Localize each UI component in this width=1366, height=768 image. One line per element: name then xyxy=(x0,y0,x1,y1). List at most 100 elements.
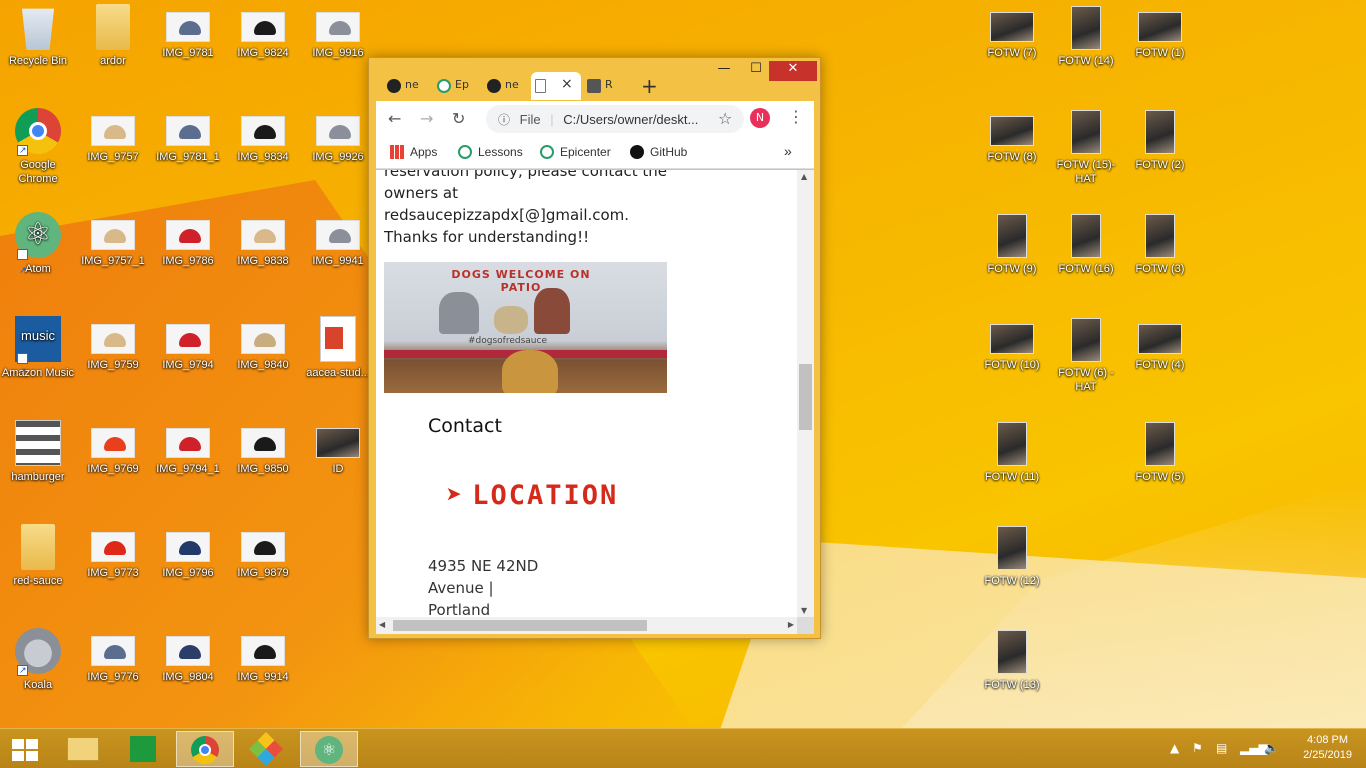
desktop-icon[interactable]: IMG_9757_1 xyxy=(75,212,151,268)
desktop-icon[interactable]: FOTW (12) xyxy=(974,524,1050,588)
desktop-icon[interactable]: IMG_9926 xyxy=(300,108,376,164)
network-adapter-icon[interactable]: ▤ xyxy=(1216,741,1227,755)
desktop-icon[interactable]: IMG_9804 xyxy=(150,628,226,684)
desktop-icon[interactable]: Google Chrome xyxy=(0,108,76,186)
desktop-icon[interactable]: IMG_9757 xyxy=(75,108,151,164)
bookmark-label: GitHub xyxy=(650,145,688,159)
bookmark-lessons[interactable]: Lessons xyxy=(458,145,523,159)
reload-button[interactable]: ↻ xyxy=(452,109,465,128)
flag-icon[interactable]: ⚑ xyxy=(1192,741,1203,755)
chrome-window[interactable]: ne Ep ne × R + — ☐ ✕ ← → ↻ ⓘ File | C:/U… xyxy=(368,57,821,639)
desktop-icon[interactable]: hamburger xyxy=(0,420,76,484)
desktop-icon[interactable]: ardor xyxy=(75,4,151,68)
desktop-icon[interactable]: IMG_9834 xyxy=(225,108,301,164)
desktop-icon[interactable]: FOTW (3) xyxy=(1122,212,1198,276)
close-tab-icon[interactable]: × xyxy=(561,76,573,92)
desktop-icon[interactable]: IMG_9776 xyxy=(75,628,151,684)
desktop-icon[interactable]: aacea-stud... xyxy=(300,316,376,380)
taskbar-chrome[interactable] xyxy=(176,731,234,767)
desktop-icon-label: ID xyxy=(332,463,344,475)
desktop-icon[interactable]: IMG_9794 xyxy=(150,316,226,372)
desktop-icon[interactable]: IMG_9773 xyxy=(75,524,151,580)
desktop-icon[interactable]: FOTW (7) xyxy=(974,4,1050,60)
show-hidden-icons[interactable]: ▲ xyxy=(1170,741,1179,755)
taskbar-atom[interactable]: ⚛ xyxy=(300,731,358,767)
page-viewport[interactable]: reservation policy, please contact the o… xyxy=(376,170,797,617)
desktop-icon[interactable]: ID xyxy=(300,420,376,476)
bookmark-apps[interactable]: Apps xyxy=(390,145,437,159)
profile-avatar[interactable]: N xyxy=(750,108,770,128)
vertical-scrollbar[interactable]: ▲ ▼ xyxy=(797,170,814,617)
back-button[interactable]: ← xyxy=(388,109,401,128)
image-icon xyxy=(166,532,210,562)
desktop-icon[interactable]: FOTW (5) xyxy=(1122,420,1198,484)
minimize-button[interactable]: — xyxy=(709,61,739,81)
scroll-left-arrow[interactable]: ◀ xyxy=(379,620,385,629)
bookmark-epicenter[interactable]: Epicenter xyxy=(540,145,611,159)
scroll-up-arrow[interactable]: ▲ xyxy=(801,172,807,181)
desktop-icon[interactable]: FOTW (2) xyxy=(1122,108,1198,172)
tab-github-2[interactable]: ne xyxy=(483,72,533,100)
desktop-icon[interactable]: IMG_9796 xyxy=(150,524,226,580)
desktop-icon[interactable]: musicAmazon Music xyxy=(0,316,76,391)
menu-icon[interactable]: ⋮ xyxy=(788,107,804,126)
maximize-button[interactable]: ☐ xyxy=(741,61,771,81)
image-icon xyxy=(1071,6,1101,50)
desktop-icon[interactable]: IMG_9781 xyxy=(150,4,226,60)
bookmark-github[interactable]: GitHub xyxy=(630,145,687,159)
desktop-icon[interactable]: IMG_9840 xyxy=(225,316,301,372)
desktop-icon[interactable]: IMG_9824 xyxy=(225,4,301,60)
taskbar-store[interactable] xyxy=(114,731,172,767)
clock[interactable]: 4:08 PM 2/25/2019 xyxy=(1303,733,1352,763)
desktop-icon[interactable]: FOTW (1) xyxy=(1122,4,1198,60)
start-button[interactable] xyxy=(0,731,50,767)
bookmarks-overflow-button[interactable]: » xyxy=(784,143,792,159)
desktop-icon[interactable]: IMG_9941 xyxy=(300,212,376,268)
desktop-icon[interactable]: Recycle Bin xyxy=(0,4,76,68)
amazon-music-icon: music xyxy=(15,316,61,391)
desktop-icon[interactable]: red-sauce xyxy=(0,524,76,588)
scroll-down-arrow[interactable]: ▼ xyxy=(801,606,807,615)
taskbar-gitkraken[interactable] xyxy=(238,731,296,767)
desktop-icon[interactable]: FOTW (15)-HAT xyxy=(1048,108,1124,186)
desktop-icon[interactable]: IMG_9769 xyxy=(75,420,151,476)
close-window-button[interactable]: ✕ xyxy=(769,61,817,81)
page-text-partial: reservation policy, please contact the xyxy=(384,170,667,180)
desktop-icon[interactable]: FOTW (13) xyxy=(974,628,1050,692)
new-tab-button[interactable]: + xyxy=(641,74,658,98)
desktop-icon[interactable]: FOTW (6) -HAT xyxy=(1048,316,1124,394)
tab-active[interactable]: × xyxy=(531,72,581,100)
desktop-icon[interactable]: IMG_9786 xyxy=(150,212,226,268)
browser-toolbar: ← → ↻ ⓘ File | C:/Users/owner/deskt... ☆… xyxy=(376,101,814,137)
scroll-thumb[interactable] xyxy=(393,620,647,631)
desktop-icon[interactable]: FOTW (14) xyxy=(1048,4,1124,68)
desktop-icon[interactable]: FOTW (8) xyxy=(974,108,1050,164)
desktop-icon[interactable]: FOTW (4) xyxy=(1122,316,1198,372)
desktop-icon[interactable]: IMG_9794_1 xyxy=(150,420,226,476)
desktop-icon[interactable]: IMG_9879 xyxy=(225,524,301,580)
desktop-icon[interactable]: IMG_9759 xyxy=(75,316,151,372)
scroll-thumb[interactable] xyxy=(799,364,812,430)
desktop-icon[interactable]: Koala xyxy=(0,628,76,692)
desktop-icon[interactable]: FOTW (9) xyxy=(974,212,1050,276)
tab-epicenter[interactable]: Ep xyxy=(433,72,483,100)
desktop-icon[interactable]: IMG_9838 xyxy=(225,212,301,268)
desktop-icon[interactable]: IMG_9850 xyxy=(225,420,301,476)
bookmark-star-icon[interactable]: ☆ xyxy=(718,109,732,128)
desktop-icon[interactable]: FOTW (11) xyxy=(974,420,1050,484)
desktop-icon[interactable]: FOTW (10) xyxy=(974,316,1050,372)
forward-button[interactable]: → xyxy=(420,109,433,128)
scroll-right-arrow[interactable]: ▶ xyxy=(788,620,794,629)
desktop-icon[interactable]: ⚛Atom xyxy=(0,212,76,293)
taskbar-file-explorer[interactable] xyxy=(54,731,112,767)
hamburger-icon xyxy=(15,420,61,466)
volume-icon[interactable]: 🔈 xyxy=(1264,741,1279,755)
desktop-icon[interactable]: FOTW (16) xyxy=(1048,212,1124,276)
address-bar[interactable]: ⓘ File | C:/Users/owner/deskt... xyxy=(486,105,744,133)
desktop-icon[interactable]: IMG_9914 xyxy=(225,628,301,684)
tab-github-1[interactable]: ne xyxy=(383,72,433,100)
desktop-icon[interactable]: IMG_9781_1 xyxy=(150,108,226,164)
horizontal-scrollbar[interactable]: ◀ ▶ xyxy=(376,617,797,634)
desktop-icon[interactable]: IMG_9916 xyxy=(300,4,376,60)
tab-r[interactable]: R xyxy=(583,72,633,100)
